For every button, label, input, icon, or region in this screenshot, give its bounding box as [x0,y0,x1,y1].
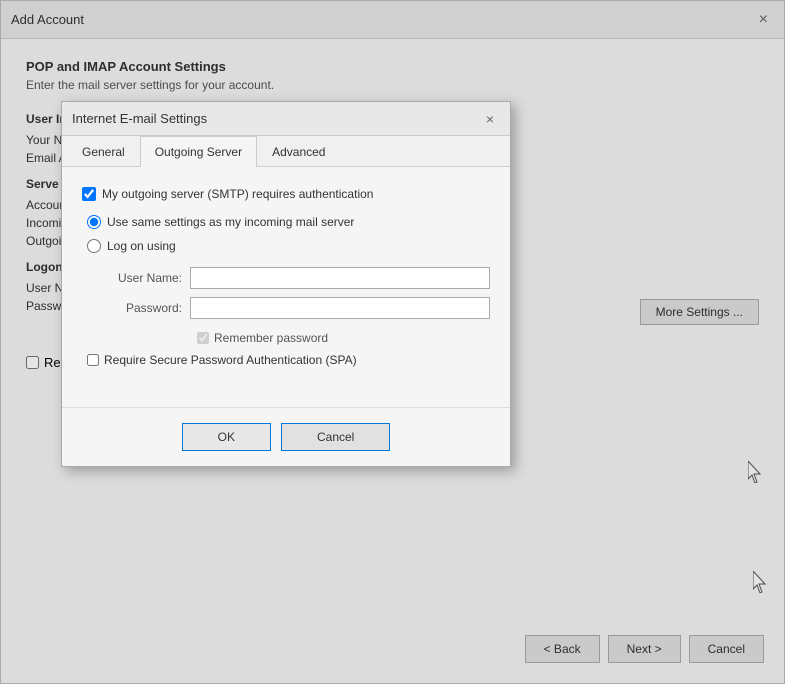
modal-body: My outgoing server (SMTP) requires authe… [62,167,510,387]
modal-footer: OK Cancel [62,407,510,466]
smtp-checkbox-row: My outgoing server (SMTP) requires authe… [82,187,490,201]
remember-password-checkbox[interactable] [197,332,209,344]
password-field-label: Password: [107,301,182,315]
radio-group: Use same settings as my incoming mail se… [82,215,490,253]
password-input[interactable] [190,297,490,319]
radio-same-settings[interactable] [87,215,101,229]
spa-label: Require Secure Password Authentication (… [104,353,357,367]
main-window: Add Account × POP and IMAP Account Setti… [0,0,785,684]
logon-fields: User Name: Password: Remember password [82,267,490,345]
tab-outgoing-server[interactable]: Outgoing Server [140,136,257,167]
modal-close-button[interactable]: × [480,109,500,129]
radio-logon-using-label: Log on using [107,239,176,253]
radio-logon-using[interactable] [87,239,101,253]
modal-ok-button[interactable]: OK [182,423,271,451]
tab-advanced[interactable]: Advanced [257,136,340,167]
remember-password-label: Remember password [214,331,328,345]
spa-row: Require Secure Password Authentication (… [82,353,490,367]
internet-email-settings-dialog: Internet E-mail Settings × General Outgo… [61,101,511,467]
tab-general[interactable]: General [67,136,140,167]
modal-titlebar: Internet E-mail Settings × [62,102,510,136]
username-input[interactable] [190,267,490,289]
radio-logon-using-row: Log on using [87,239,490,253]
spa-checkbox[interactable] [87,354,99,366]
smtp-checkbox[interactable] [82,187,96,201]
radio-same-settings-row: Use same settings as my incoming mail se… [87,215,490,229]
username-field-row: User Name: [107,267,490,289]
modal-overlay: Internet E-mail Settings × General Outgo… [1,1,784,683]
remember-password-row: Remember password [107,331,490,345]
password-field-row: Password: [107,297,490,319]
modal-title: Internet E-mail Settings [72,111,207,126]
username-field-label: User Name: [107,271,182,285]
smtp-checkbox-label: My outgoing server (SMTP) requires authe… [102,187,373,201]
modal-tabs: General Outgoing Server Advanced [62,136,510,167]
modal-cancel-button[interactable]: Cancel [281,423,390,451]
radio-same-settings-label: Use same settings as my incoming mail se… [107,215,354,229]
